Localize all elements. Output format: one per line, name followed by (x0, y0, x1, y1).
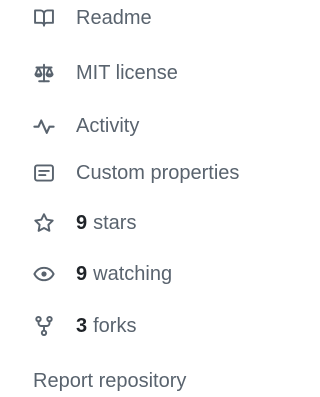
eye-icon (33, 263, 55, 285)
watching-link[interactable]: 9 watching (33, 259, 172, 289)
repo-about-links: Readme MIT license Activity Custom prope… (0, 0, 290, 397)
report-repository-link[interactable]: Report repository (33, 366, 186, 396)
forks-count: 3 (76, 315, 88, 337)
watching-count: 9 (76, 263, 88, 285)
readme-label: Readme (76, 7, 152, 29)
watching-label: 9 watching (76, 259, 172, 289)
forks-label: 3 forks (76, 311, 136, 341)
custom-properties-link[interactable]: Custom properties (33, 158, 239, 188)
license-label: MIT license (76, 62, 178, 84)
license-link[interactable]: MIT license (33, 58, 178, 88)
forks-link[interactable]: 3 forks (33, 311, 136, 341)
repo-forked-icon (33, 315, 55, 337)
readme-link[interactable]: Readme (33, 3, 152, 33)
watching-text: watching (93, 263, 173, 285)
note-icon (33, 162, 55, 184)
activity-link[interactable]: Activity (33, 111, 139, 141)
stars-count: 9 (76, 212, 88, 234)
forks-text: forks (93, 315, 137, 337)
book-icon (33, 7, 55, 29)
activity-label: Activity (76, 115, 140, 137)
stars-text: stars (93, 212, 137, 234)
pulse-icon (33, 115, 55, 137)
law-icon (33, 62, 55, 84)
custom-properties-label: Custom properties (76, 162, 240, 184)
star-icon (33, 212, 55, 234)
stars-link[interactable]: 9 stars (33, 208, 136, 238)
stars-label: 9 stars (76, 208, 136, 238)
